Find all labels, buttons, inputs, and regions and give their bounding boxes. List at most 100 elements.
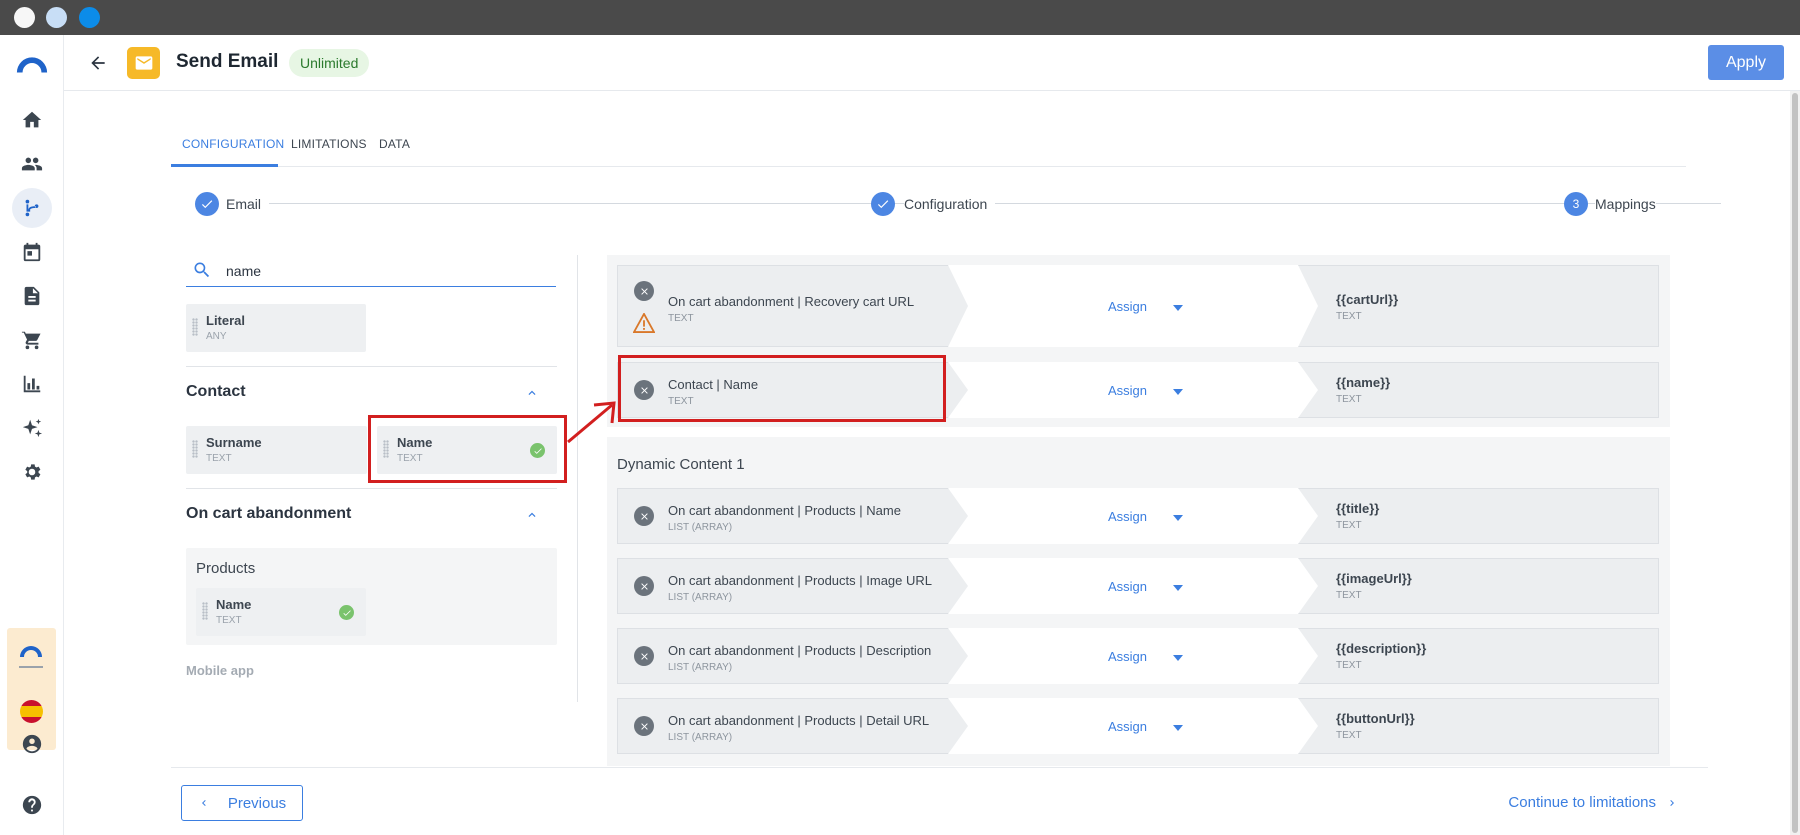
- envelope-icon: [135, 56, 152, 70]
- logo-icon[interactable]: [14, 52, 50, 76]
- workflow-icon[interactable]: [12, 188, 52, 228]
- tenant-logo-icon: [19, 644, 43, 668]
- chevron-right-icon: [1670, 799, 1674, 806]
- chip-type: ANY: [206, 331, 227, 342]
- window-close-button[interactable]: [14, 7, 35, 28]
- mapping-source-label: On cart abandonment | Products | Image U…: [668, 573, 932, 588]
- caret-down-icon[interactable]: [1173, 725, 1183, 731]
- remove-mapping-button[interactable]: [634, 716, 654, 736]
- mapping-target-label: {{name}}: [1336, 375, 1391, 390]
- search-box: [186, 254, 556, 287]
- mapping-target-type: TEXT: [1336, 520, 1362, 531]
- limit-badge: Unlimited: [289, 49, 370, 77]
- assign-dropdown[interactable]: Assign: [1108, 509, 1147, 524]
- account-icon[interactable]: [20, 732, 44, 756]
- step-email-label[interactable]: Email: [226, 196, 270, 212]
- section-cart-title: On cart abandonment: [186, 505, 352, 522]
- window-maximize-button[interactable]: [79, 7, 100, 28]
- stepper: Email Configuration 3 Mappings: [171, 186, 1721, 222]
- page-footer: Previous Continue to limitations: [171, 767, 1708, 835]
- settings-icon[interactable]: [20, 460, 44, 484]
- help-icon[interactable]: [20, 793, 44, 817]
- caret-down-icon[interactable]: [1173, 655, 1183, 661]
- close-icon: [640, 582, 648, 590]
- chip-label: Literal: [206, 313, 246, 328]
- search-icon: [194, 262, 210, 278]
- mapping-target-label: {{title}}: [1336, 501, 1380, 516]
- email-app-icon: [127, 47, 160, 79]
- close-icon: [640, 722, 648, 730]
- assign-dropdown[interactable]: Assign: [1108, 299, 1147, 314]
- page-scrollbar[interactable]: [1790, 91, 1800, 835]
- calendar-icon[interactable]: [20, 240, 44, 264]
- mapping-row: On cart abandonment | Products | Image U…: [617, 558, 1659, 614]
- apply-button[interactable]: Apply: [1708, 45, 1784, 80]
- drag-handle-icon[interactable]: [202, 602, 208, 620]
- mapping-source-label: On cart abandonment | Products | Name: [668, 503, 901, 518]
- chip-type: TEXT: [216, 615, 242, 626]
- caret-down-icon[interactable]: [1173, 515, 1183, 521]
- products-group-title: Products: [196, 560, 256, 577]
- step-mappings-label[interactable]: Mappings: [1595, 196, 1656, 212]
- remove-mapping-button[interactable]: [634, 506, 654, 526]
- page-header: Send Email Unlimited Apply: [64, 35, 1800, 91]
- mapping-source-type: LIST (ARRAY): [668, 662, 733, 673]
- tab-configuration[interactable]: CONFIGURATION: [182, 137, 284, 151]
- chart-icon[interactable]: [20, 372, 44, 396]
- assign-dropdown[interactable]: Assign: [1108, 649, 1147, 664]
- palette-item-literal[interactable]: Literal ANY: [186, 304, 366, 352]
- caret-down-icon[interactable]: [1173, 585, 1183, 591]
- window-minimize-button[interactable]: [46, 7, 67, 28]
- drag-handle-icon[interactable]: [192, 440, 198, 458]
- caret-down-icon[interactable]: [1173, 389, 1183, 395]
- divider: [186, 366, 557, 367]
- window-titlebar: [0, 0, 1800, 35]
- continue-label: Continue to limitations: [1508, 794, 1656, 811]
- home-icon[interactable]: [20, 108, 44, 132]
- palette-item-surname[interactable]: Surname TEXT: [186, 426, 367, 474]
- assign-dropdown[interactable]: Assign: [1108, 383, 1147, 398]
- mapped-check-icon: [339, 605, 354, 620]
- section-mobile-app-title[interactable]: Mobile app: [186, 663, 254, 678]
- chevron-up-icon[interactable]: [525, 508, 539, 522]
- people-icon[interactable]: [20, 152, 44, 176]
- cart-icon[interactable]: [20, 328, 44, 352]
- palette-item-product-name[interactable]: Name TEXT: [196, 588, 366, 636]
- mapping-source-type: LIST (ARRAY): [668, 592, 733, 603]
- remove-mapping-button[interactable]: [634, 281, 654, 301]
- mapping-row: On cart abandonment | Products | Name LI…: [617, 488, 1659, 544]
- arrow-left-icon: [91, 56, 105, 70]
- mapping-target-type: TEXT: [1336, 311, 1362, 322]
- chevron-up-icon[interactable]: [525, 386, 539, 400]
- document-icon[interactable]: [20, 284, 44, 308]
- drag-handle-icon[interactable]: [192, 318, 198, 336]
- highlight-box-mapping-name: [618, 355, 946, 422]
- step-email-check-icon: [195, 192, 219, 216]
- warning-icon: [632, 312, 656, 333]
- mapping-target-label: {{buttonUrl}}: [1336, 711, 1415, 726]
- tab-data[interactable]: DATA: [379, 137, 410, 151]
- step-configuration-label[interactable]: Configuration: [904, 196, 996, 212]
- mapping-target-label: {{description}}: [1336, 641, 1427, 656]
- caret-down-icon[interactable]: [1173, 305, 1183, 311]
- mapping-source-type: LIST (ARRAY): [668, 732, 733, 743]
- page-title: Send Email: [176, 51, 279, 72]
- remove-mapping-button[interactable]: [634, 646, 654, 666]
- mapping-target-type: TEXT: [1336, 590, 1362, 601]
- back-button[interactable]: [84, 49, 112, 77]
- assign-dropdown[interactable]: Assign: [1108, 719, 1147, 734]
- scrollbar-thumb[interactable]: [1792, 93, 1798, 833]
- sparkle-icon[interactable]: [20, 416, 44, 440]
- continue-to-limitations-link[interactable]: Continue to limitations: [1508, 794, 1678, 811]
- mappings-panel: On cart abandonment | Recovery cart URL …: [607, 255, 1670, 766]
- mapping-target-label: {{cartUrl}}: [1336, 292, 1399, 307]
- assign-dropdown[interactable]: Assign: [1108, 579, 1147, 594]
- spain-flag-icon: [20, 700, 43, 723]
- tab-bar: CONFIGURATION LIMITATIONS DATA: [171, 128, 1686, 167]
- remove-mapping-button[interactable]: [634, 576, 654, 596]
- left-rail: [0, 35, 64, 835]
- products-group: Products Name TEXT: [186, 548, 557, 645]
- previous-button[interactable]: Previous: [181, 785, 303, 821]
- search-input[interactable]: [226, 260, 546, 282]
- tab-limitations[interactable]: LIMITATIONS: [291, 137, 367, 151]
